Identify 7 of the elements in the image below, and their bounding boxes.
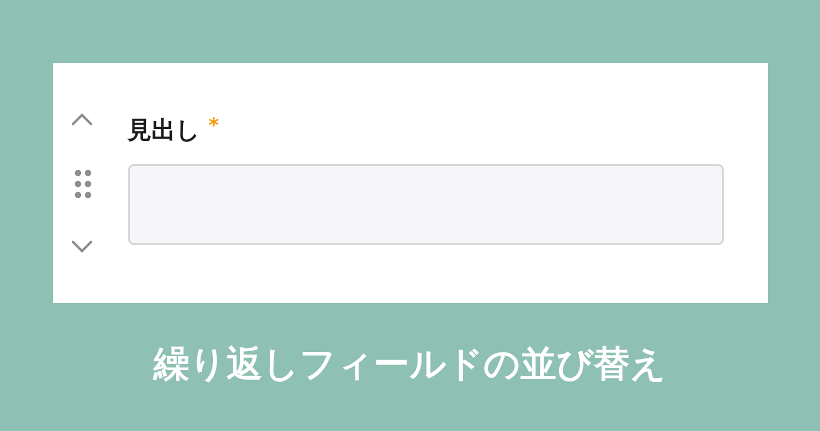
input-field[interactable]: [128, 164, 724, 245]
field-label: 見出し: [128, 115, 200, 146]
caption: 繰り返しフィールドの並び替え: [154, 343, 666, 387]
chevron-up-icon[interactable]: [71, 112, 93, 126]
required-mark: *: [208, 113, 219, 137]
drag-handle-icon[interactable]: [73, 169, 93, 199]
chevron-down-icon[interactable]: [71, 240, 93, 254]
